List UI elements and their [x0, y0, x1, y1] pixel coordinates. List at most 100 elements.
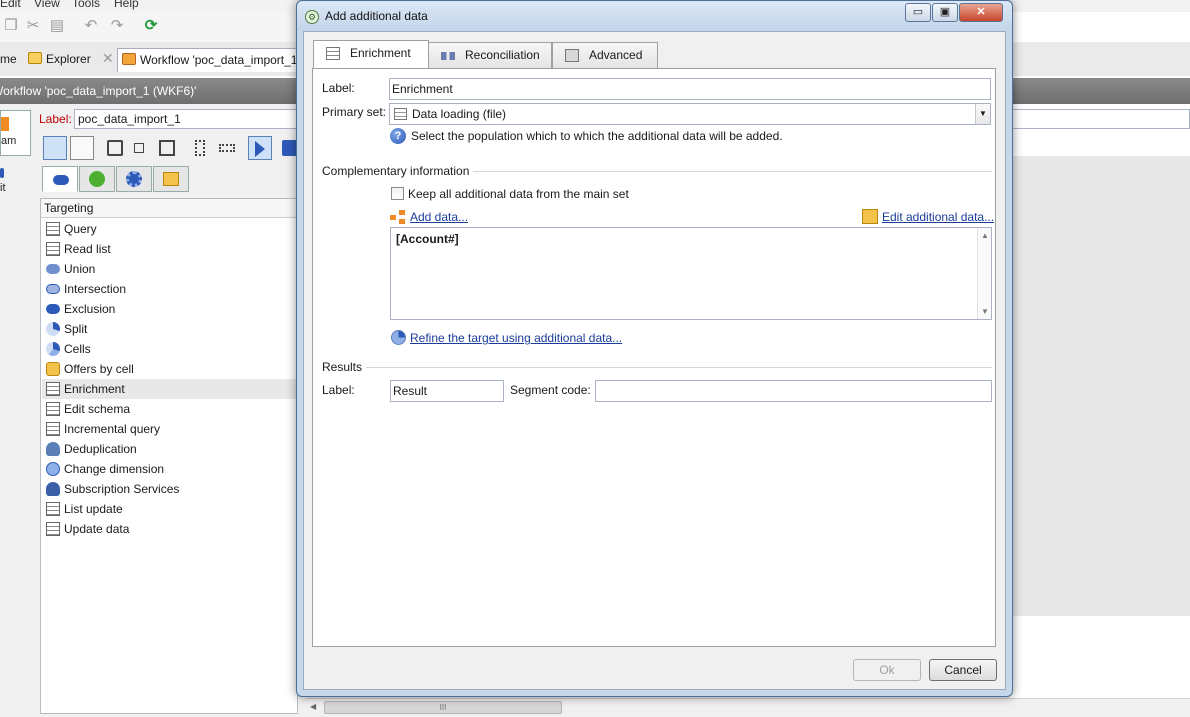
palette-item-list-update[interactable]: List update: [42, 499, 297, 519]
play-icon: [255, 141, 265, 157]
panel-icon: [1, 117, 9, 131]
align-horizontal-icon[interactable]: [219, 144, 235, 152]
result-label-input[interactable]: Result: [390, 380, 504, 402]
list-scrollbar[interactable]: ▲ ▼: [977, 228, 991, 319]
primary-set-value: Data loading (file): [412, 107, 507, 121]
palette-item-update-data[interactable]: Update data: [42, 519, 297, 539]
undo-icon[interactable]: ↶: [82, 17, 100, 35]
palette-tabs: [40, 166, 296, 194]
palette-item-subscription-services[interactable]: Subscription Services: [42, 479, 297, 499]
advanced-tab-icon: [565, 49, 579, 62]
palette-item-incremental-query[interactable]: Incremental query: [42, 419, 297, 439]
layout-horizontal-button[interactable]: [70, 136, 94, 160]
menu-tools[interactable]: Tools: [72, 0, 100, 10]
primary-set-caption: Primary set:: [322, 105, 387, 119]
copy-icon[interactable]: ❐: [2, 17, 20, 35]
keep-all-label: Keep all additional data from the main s…: [408, 187, 629, 201]
app-tab-home[interactable]: me: [0, 48, 26, 72]
palette-item-label: Deduplication: [64, 442, 137, 456]
palette-item-union[interactable]: Union: [42, 259, 297, 279]
tab-reconciliation[interactable]: Reconciliation: [428, 42, 552, 68]
cancel-button[interactable]: Cancel: [929, 659, 997, 681]
edit-schema-icon: [46, 402, 60, 416]
tab-targeting[interactable]: [42, 166, 78, 192]
segment-code-input[interactable]: [595, 380, 992, 402]
add-data-icon-part: [399, 219, 405, 224]
tab-advanced[interactable]: Advanced: [552, 42, 658, 68]
palette-item-enrichment[interactable]: Enrichment: [42, 379, 297, 399]
tab-events[interactable]: [153, 166, 189, 192]
additional-data-list[interactable]: [Account#] ▲ ▼: [390, 227, 992, 320]
palette-item-edit-schema[interactable]: Edit schema: [42, 399, 297, 419]
primary-set-select[interactable]: Data loading (file) ▼: [389, 103, 991, 125]
close-tab-icon[interactable]: ✕: [102, 50, 114, 67]
additional-data-item[interactable]: [Account#]: [396, 232, 459, 246]
palette-item-query[interactable]: Query: [42, 219, 297, 239]
palette-item-change-dimension[interactable]: Change dimension: [42, 459, 297, 479]
gear-icon: [126, 171, 142, 187]
align-vertical-icon[interactable]: [195, 140, 205, 156]
palette-item-split[interactable]: Split: [42, 319, 297, 339]
left-small-text: it: [0, 182, 6, 194]
refresh-icon[interactable]: ⟳: [142, 17, 160, 35]
palette-item-label: Edit schema: [64, 402, 131, 416]
tab-actions[interactable]: [116, 166, 152, 192]
palette-item-label: Update data: [64, 522, 130, 536]
redo-icon[interactable]: ↷: [108, 17, 126, 35]
fit-icon[interactable]: [159, 140, 175, 156]
refine-pie-icon[interactable]: [391, 330, 406, 345]
menu-edit[interactable]: Edit: [0, 0, 21, 10]
union-icon: [46, 264, 60, 274]
palette-item-offers-by-cell[interactable]: Offers by cell: [42, 359, 297, 379]
intersection-icon: [46, 284, 60, 294]
stop-icon[interactable]: [134, 143, 144, 153]
edit-additional-icon[interactable]: [862, 209, 878, 224]
scroll-up-icon[interactable]: ▲: [981, 231, 989, 240]
palette-item-label: List update: [64, 502, 123, 516]
palette-item-deduplication[interactable]: Deduplication: [42, 439, 297, 459]
close-button[interactable]: ✕: [959, 3, 1003, 22]
minimize-button[interactable]: ▭: [905, 3, 931, 22]
label-input[interactable]: Enrichment: [389, 78, 991, 100]
palette-item-intersection[interactable]: Intersection: [42, 279, 297, 299]
left-panel-button[interactable]: am: [0, 110, 31, 156]
move-icon[interactable]: [107, 140, 123, 156]
refine-target-link[interactable]: Refine the target using additional data.…: [410, 331, 622, 345]
palette-item-exclusion[interactable]: Exclusion: [42, 299, 297, 319]
horizontal-scrollbar[interactable]: ◀ III: [306, 698, 1190, 717]
scroll-left-icon[interactable]: ◀: [310, 702, 316, 711]
app-tab-workflow[interactable]: Workflow 'poc_data_import_1: [117, 48, 307, 72]
section-divider: [322, 367, 992, 368]
menu-view[interactable]: View: [34, 0, 60, 10]
update-data-icon: [46, 522, 60, 536]
tab-enrichment[interactable]: Enrichment: [313, 40, 429, 68]
palette-item-cells[interactable]: Cells: [42, 339, 297, 359]
maximize-button[interactable]: ▣: [932, 3, 958, 22]
query-icon: [46, 222, 60, 236]
add-data-link[interactable]: Add data...: [410, 210, 468, 224]
menu-help[interactable]: Help: [114, 0, 139, 10]
scroll-down-icon[interactable]: ▼: [981, 307, 989, 316]
keep-all-checkbox[interactable]: [391, 187, 404, 200]
palette-item-read-list[interactable]: Read list: [42, 239, 297, 259]
workflow-title: Workflow 'poc_data_import_1 (WKF6)': [0, 84, 197, 98]
app-tab-explorer[interactable]: Explorer: [24, 48, 114, 72]
paste-icon[interactable]: ▤: [48, 17, 66, 35]
scroll-thumb[interactable]: III: [324, 701, 562, 714]
layout-vertical-button[interactable]: [43, 136, 67, 160]
start-button[interactable]: [248, 136, 272, 160]
deduplication-icon: [46, 442, 60, 456]
tab-flow-control[interactable]: [79, 166, 115, 192]
change-dimension-icon: [46, 462, 60, 476]
palette-item-label: Change dimension: [64, 462, 165, 476]
ok-button[interactable]: Ok: [853, 659, 921, 681]
activity-palette: Targeting Query Read list Union Intersectio…: [40, 198, 298, 714]
add-data-icon[interactable]: [390, 210, 406, 224]
cut-icon[interactable]: ✂: [24, 17, 42, 35]
enrichment-tab-icon: [326, 47, 340, 60]
cells-icon: [46, 342, 60, 356]
palette-item-label: Query: [64, 222, 97, 236]
dialog-title-bar[interactable]: ⚙ Add additional data ▭ ▣ ✕: [297, 1, 1012, 31]
chevron-down-icon[interactable]: ▼: [975, 104, 990, 124]
edit-additional-link[interactable]: Edit additional data...: [882, 210, 994, 224]
